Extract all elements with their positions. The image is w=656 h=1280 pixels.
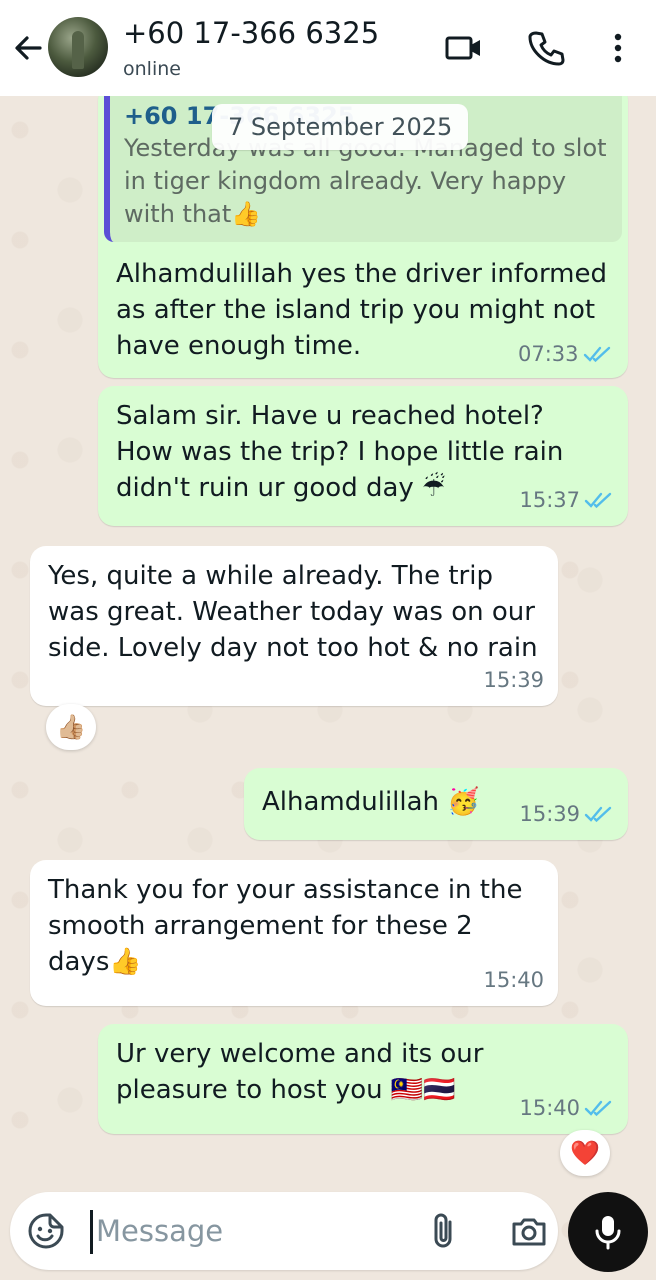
read-ticks-icon [584, 1100, 612, 1117]
message-time: 15:40 [519, 1096, 580, 1120]
message-meta: 15:39 [519, 796, 614, 832]
video-call-icon[interactable] [444, 28, 484, 68]
message-composer [10, 1192, 558, 1270]
reaction-emoji: ❤️ [570, 1139, 600, 1167]
read-ticks-icon [584, 806, 612, 823]
message-bubble[interactable]: Thank you for your assistance in the smo… [30, 860, 558, 1006]
reaction-badge[interactable]: ❤️ [560, 1130, 610, 1176]
message-time: 15:39 [519, 802, 580, 826]
paperclip-icon[interactable] [424, 1210, 466, 1252]
message-time: 07:33 [518, 342, 579, 366]
phone-icon[interactable] [526, 28, 566, 68]
avatar[interactable] [48, 17, 108, 77]
message-meta: 07:33 [518, 342, 613, 366]
message-text: Ur very welcome and its our pleasure to … [116, 1039, 492, 1105]
message-time: 15:39 [483, 668, 544, 692]
contact-status: online [123, 58, 181, 80]
message-meta: 15:39 [483, 662, 544, 698]
message-meta: 15:37 [519, 482, 614, 518]
read-ticks-icon [583, 346, 610, 363]
message-text: Salam sir. Have u reached hotel? How was… [116, 401, 572, 503]
message-meta: 15:40 [483, 962, 544, 998]
microphone-icon [595, 1216, 621, 1250]
back-arrow-icon[interactable] [10, 30, 46, 66]
contact-name[interactable]: +60 17-366 6325 [123, 16, 379, 50]
text-cursor [90, 1210, 93, 1254]
message-time: 15:40 [483, 968, 544, 992]
message-meta: 15:40 [519, 1090, 614, 1126]
read-ticks-icon [584, 492, 612, 509]
message-bubble[interactable]: Ur very welcome and its our pleasure to … [98, 1024, 628, 1134]
reaction-emoji: 👍🏼 [56, 713, 86, 741]
more-vertical-icon[interactable] [598, 28, 638, 68]
camera-icon[interactable] [508, 1210, 550, 1252]
reaction-badge[interactable]: 👍🏼 [46, 704, 96, 750]
message-bubble[interactable]: Yes, quite a while already. The trip was… [30, 546, 558, 706]
message-time: 15:37 [519, 488, 580, 512]
sticker-icon[interactable] [26, 1211, 66, 1251]
message-text: Thank you for your assistance in the smo… [48, 875, 531, 977]
date-separator: 7 September 2025 [212, 104, 469, 150]
message-input[interactable] [96, 1206, 396, 1256]
microphone-button[interactable] [568, 1192, 648, 1272]
chat-header: +60 17-366 6325 online [0, 0, 656, 96]
message-bubble[interactable]: Salam sir. Have u reached hotel? How was… [98, 386, 628, 526]
message-bubble[interactable]: Alhamdulillah 🥳 15:39 [244, 768, 628, 840]
message-text: Yes, quite a while already. The trip was… [48, 561, 544, 663]
